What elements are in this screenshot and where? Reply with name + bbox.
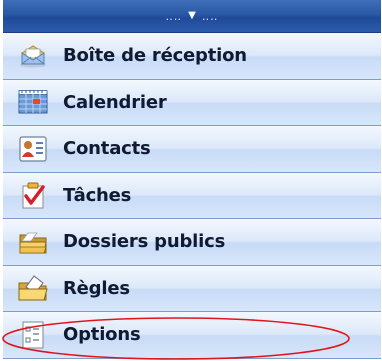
calendar-icon	[16, 87, 50, 117]
nav-item-label: Dossiers publics	[63, 231, 226, 253]
nav-item-label: Boîte de réception	[63, 45, 247, 67]
nav-item-contacts[interactable]: Contacts	[3, 126, 381, 173]
nav-item-rules[interactable]: Règles	[3, 265, 381, 312]
nav-item-options[interactable]: Options	[3, 312, 381, 359]
nav-item-public-folders[interactable]: Dossiers publics	[3, 219, 381, 266]
nav-item-label: Tâches	[63, 184, 132, 206]
nav-item-label: Règles	[63, 277, 130, 299]
chevron-down-icon[interactable]: ▼	[188, 11, 196, 21]
nav-item-calendar[interactable]: Calendrier	[3, 79, 381, 126]
tasks-icon	[16, 180, 50, 210]
nav-item-label: Options	[63, 324, 141, 346]
public-folders-icon	[16, 227, 50, 257]
inbox-icon	[16, 41, 50, 71]
nav-item-inbox[interactable]: Boîte de réception	[3, 33, 381, 80]
rules-icon	[16, 273, 50, 303]
pane-resize-grip[interactable]: ‥‥ ▼ ‥‥	[3, 0, 381, 33]
grip-dots-right: ‥‥	[201, 9, 219, 23]
grip-dots-left: ‥‥	[165, 9, 183, 23]
nav-item-label: Contacts	[63, 138, 151, 160]
nav-item-tasks[interactable]: Tâches	[3, 172, 381, 219]
contacts-icon	[16, 134, 50, 164]
nav-item-label: Calendrier	[63, 91, 167, 113]
navigation-pane: Boîte de réception Calendrier Contacts T…	[3, 33, 381, 359]
options-icon	[16, 320, 50, 350]
